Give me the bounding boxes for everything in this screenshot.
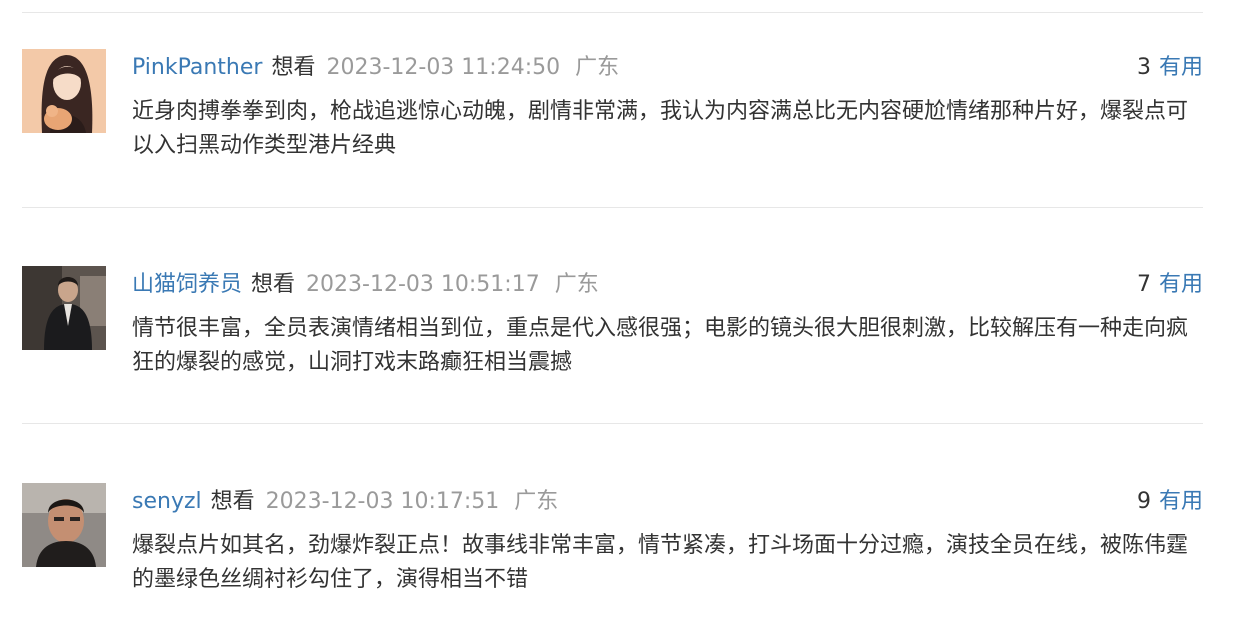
comment-content: 近身肉搏拳拳到肉，枪战追逃惊心动魄，剧情非常满，我认为内容满总比无内容硬尬情绪那… [132,99,1189,158]
vote-count: 3 [1136,55,1151,80]
status-text: 想看 [271,55,316,80]
useful-vote-button[interactable]: 有用 [1159,272,1203,297]
comment-meta: PinkPanther 想看 2023-12-03 11:24:50 广东 [132,53,619,83]
avatar[interactable] [22,49,106,133]
comment-content: 情节很丰富，全员表演情绪相当到位，重点是代入感很强；电影的镜头很大胆很刺激，比较… [132,316,1189,375]
vote-area: 9 有用 [1137,487,1203,517]
divider [22,207,1203,208]
avatar-image [22,49,106,133]
comment-item: PinkPanther 想看 2023-12-03 11:24:50 广东 3有… [0,49,1238,199]
avatar[interactable] [22,483,106,567]
username-link[interactable]: 山猫饲养员 [132,272,242,297]
useful-vote-button[interactable]: 有用 [1159,55,1203,80]
avatar-image [22,483,106,567]
comment-content: 爆裂点片如其名，劲爆炸裂正点！故事线非常丰富，情节紧凑，打斗场面十分过瘾，演技全… [132,533,1189,592]
vote-area: 7 有用 [1137,270,1203,300]
comment-meta: 山猫饲养员 想看 2023-12-03 10:51:17 广东 [132,270,599,300]
comment-time: 2023-12-03 11:24:50 [326,55,561,80]
comment-time: 2023-12-03 10:17:51 [265,489,500,514]
comment-location: 广东 [514,489,559,514]
status-text: 想看 [251,272,296,297]
comment-list: PinkPanther 想看 2023-12-03 11:24:50 广东 3有… [0,0,1238,638]
comment-item: 山猫饲养员 想看 2023-12-03 10:51:17 广东 7 有用 情节很丰… [0,266,1238,416]
comment-location: 广东 [554,272,599,297]
avatar[interactable] [22,266,106,350]
vote-area: 3 有用 [1137,53,1203,83]
divider [22,12,1203,13]
avatar-image [22,266,106,350]
comment-meta: senyzl 想看 2023-12-03 10:17:51 广东 [132,487,558,517]
vote-count: 7 [1136,272,1151,297]
username-link[interactable]: senyzl [132,489,202,514]
divider [22,423,1203,424]
useful-vote-button[interactable]: 有用 [1159,489,1203,514]
username-link[interactable]: PinkPanther [132,55,262,80]
comment-location: 广东 [575,55,620,80]
comment-item: senyzl 想看 2023-12-03 10:17:51 广东 9 有用 爆裂点… [0,483,1238,633]
comment-time: 2023-12-03 10:51:17 [306,272,540,297]
vote-count: 9 [1136,489,1151,514]
status-text: 想看 [210,489,255,514]
